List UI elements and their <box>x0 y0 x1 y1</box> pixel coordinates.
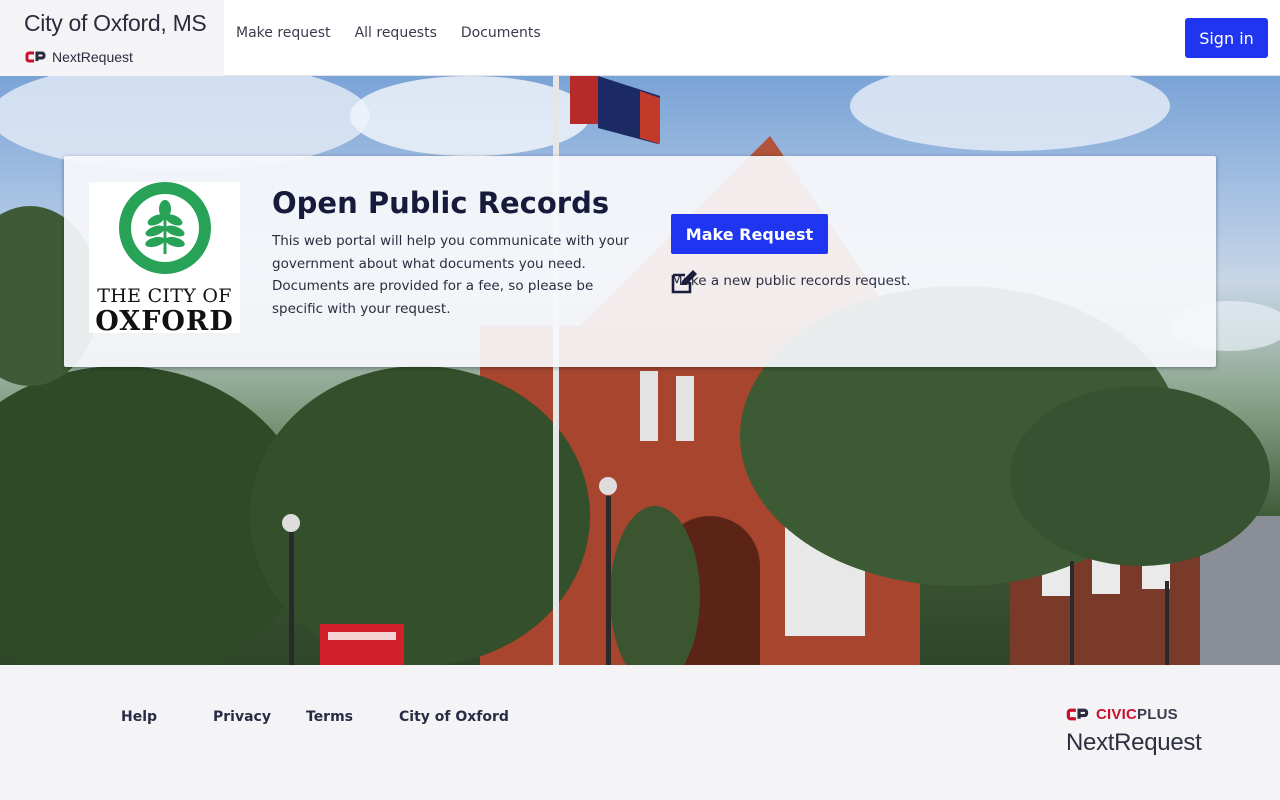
new-request-text: Make a new public records request. <box>671 273 911 289</box>
sign-in-button[interactable]: Sign in <box>1185 18 1268 58</box>
make-request-button[interactable]: Make Request <box>671 214 828 254</box>
footer-nextrequest-wordmark: NextRequest <box>1066 729 1202 756</box>
new-request-hint[interactable]: Make a new public records request. <box>671 270 911 294</box>
civicplus-mark-icon <box>1066 708 1089 721</box>
logo-text-line2: OXFORD <box>95 306 234 337</box>
page-title: Open Public Records <box>272 186 610 220</box>
civicplus-wordmark: CIVICPLUS <box>1096 706 1178 723</box>
leaf-icon <box>145 200 185 254</box>
brand-block[interactable]: City of Oxford, MS NextRequest <box>0 0 224 76</box>
nav-make-request[interactable]: Make request <box>236 25 331 41</box>
site-footer: Help Privacy Terms City of Oxford CIVICP… <box>0 665 1280 800</box>
logo-text-line1: THE CITY OF <box>97 285 232 307</box>
logo-circle <box>119 182 211 274</box>
civicplus-mark-icon <box>25 51 46 63</box>
footer-link-city-of-oxford[interactable]: City of Oxford <box>399 709 509 725</box>
edit-icon <box>671 270 697 294</box>
footer-link-help[interactable]: Help <box>121 709 157 725</box>
open-records-card: THE CITY OF OXFORD Open Public Records T… <box>64 156 1216 367</box>
site-header: City of Oxford, MS NextRequest Make requ… <box>0 0 1280 76</box>
footer-link-privacy[interactable]: Privacy <box>213 709 271 725</box>
portal-description: This web portal will help you communicat… <box>272 233 629 317</box>
hero-banner: THE CITY OF OXFORD Open Public Records T… <box>0 76 1280 665</box>
civicplus-logo: CIVICPLUS <box>1066 706 1178 723</box>
nav-documents[interactable]: Documents <box>461 25 541 41</box>
nav-all-requests[interactable]: All requests <box>355 25 437 41</box>
nextrequest-brand: NextRequest <box>25 49 133 65</box>
city-name: City of Oxford, MS <box>24 10 207 36</box>
main-nav: Make request All requests Documents <box>236 25 565 41</box>
product-name: NextRequest <box>52 49 133 65</box>
city-logo: THE CITY OF OXFORD <box>89 182 240 337</box>
footer-link-terms[interactable]: Terms <box>306 709 353 725</box>
